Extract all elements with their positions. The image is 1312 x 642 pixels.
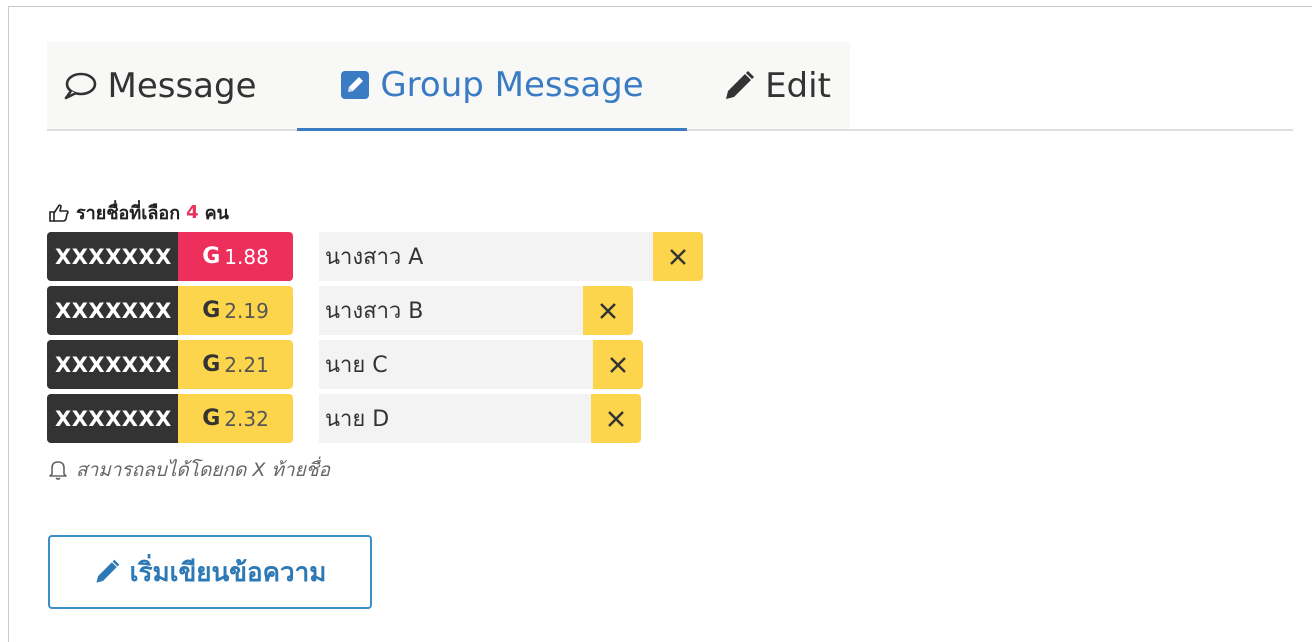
bell-icon xyxy=(48,459,68,481)
student-name: นางสาว A xyxy=(319,232,655,281)
gpa-badge: G 2.19 xyxy=(178,286,293,335)
gpa-value: 2.19 xyxy=(224,298,269,323)
list-item: XXXXXXX G 2.19 นางสาว B xyxy=(47,286,747,335)
tab-group-message-label: Group Message xyxy=(380,65,644,105)
gpa-badge: G 2.21 xyxy=(178,340,293,389)
tab-message[interactable]: Message xyxy=(55,42,265,129)
list-item: XXXXXXX G 2.32 นาย D xyxy=(47,394,747,443)
tab-bar: Message Group Message Edit xyxy=(47,42,1293,131)
student-name: นาย C xyxy=(319,340,593,389)
student-id-badge: XXXXXXX xyxy=(47,340,178,389)
start-writing-button[interactable]: เริ่มเขียนข้อความ xyxy=(48,535,372,609)
student-name: นาย D xyxy=(319,394,591,443)
speech-bubble-icon xyxy=(63,71,97,101)
remove-button[interactable] xyxy=(591,394,641,443)
pencil-square-icon xyxy=(340,70,370,100)
tab-message-label: Message xyxy=(107,65,257,106)
grade-letter: G xyxy=(202,298,221,323)
gpa-badge: G 1.88 xyxy=(178,232,293,281)
delete-hint: สามารถลบได้โดยกด X ท้ายชื่อ xyxy=(48,455,330,485)
hand-pointing-icon xyxy=(48,203,70,223)
grade-letter: G xyxy=(202,244,221,269)
student-id-badge: XXXXXXX xyxy=(47,232,178,281)
student-id-badge: XXXXXXX xyxy=(47,286,178,335)
close-icon xyxy=(610,356,626,373)
selected-suffix: คน xyxy=(204,203,229,224)
close-icon xyxy=(670,248,686,265)
student-name: นางสาว B xyxy=(319,286,583,335)
selected-count-heading: รายชื่อที่เลือก 4 คน xyxy=(48,198,229,227)
close-icon xyxy=(600,302,616,319)
close-icon xyxy=(608,410,624,427)
tab-edit[interactable]: Edit xyxy=(707,42,847,129)
gpa-badge: G 2.32 xyxy=(178,394,293,443)
gpa-value: 2.32 xyxy=(224,406,269,431)
grade-letter: G xyxy=(202,406,221,431)
remove-button[interactable] xyxy=(593,340,643,389)
pencil-icon xyxy=(723,70,755,102)
pencil-icon xyxy=(94,559,120,585)
gpa-value: 1.88 xyxy=(224,244,269,269)
remove-button[interactable] xyxy=(653,232,703,281)
selected-count: 4 xyxy=(186,202,199,223)
gpa-value: 2.21 xyxy=(224,352,269,377)
grade-letter: G xyxy=(202,352,221,377)
tab-group-message[interactable]: Group Message xyxy=(297,42,687,131)
remove-button[interactable] xyxy=(583,286,633,335)
list-item: XXXXXXX G 1.88 นางสาว A xyxy=(47,232,747,281)
list-item: XXXXXXX G 2.21 นาย C xyxy=(47,340,747,389)
tab-edit-label: Edit xyxy=(765,65,831,106)
start-writing-label: เริ่มเขียนข้อความ xyxy=(129,557,327,588)
student-id-badge: XXXXXXX xyxy=(47,394,178,443)
delete-hint-text: สามารถลบได้โดยกด X ท้ายชื่อ xyxy=(76,459,331,481)
selected-prefix: รายชื่อที่เลือก xyxy=(76,203,181,224)
